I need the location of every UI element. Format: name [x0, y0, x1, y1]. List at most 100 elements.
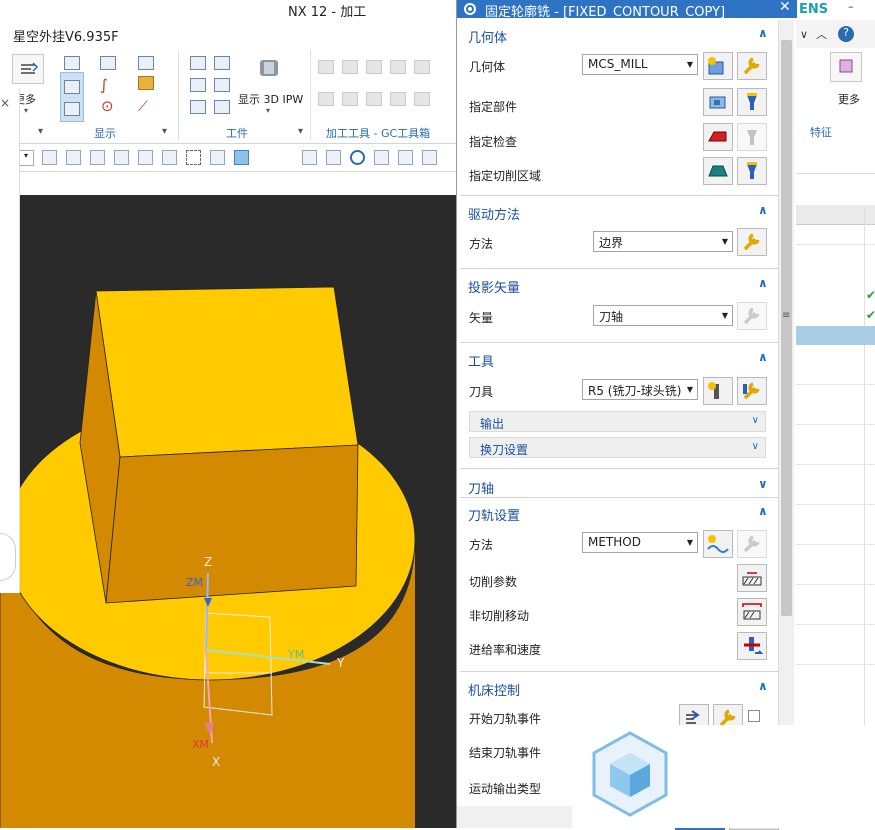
chevron-down-icon[interactable]: ∨	[758, 477, 768, 491]
gc-icon[interactable]	[318, 92, 334, 106]
section-tool-header[interactable]: 工具 ∧	[460, 347, 778, 371]
display-icon-3[interactable]	[64, 102, 80, 116]
workpiece-icon-2[interactable]	[190, 78, 206, 92]
gc-icon[interactable]	[342, 60, 358, 74]
edit-geometry-button[interactable]	[737, 52, 767, 80]
toolchange-subsection[interactable]: 换刀设置 ∨	[469, 437, 766, 458]
gc-icon[interactable]	[366, 60, 382, 74]
filter-dropdown[interactable]: ▾	[18, 150, 34, 166]
gc-icon[interactable]	[390, 92, 406, 106]
section-geometry-header[interactable]: 几何体 ∧	[460, 24, 778, 48]
display-icon-5[interactable]	[138, 56, 154, 70]
dialog-title-bar[interactable]: 固定轮廓铣 - [FIXED_CONTOUR_COPY] ✕	[457, 0, 797, 20]
select-icon[interactable]	[114, 150, 129, 165]
show-check-button[interactable]	[737, 123, 767, 151]
select-cut-area-button[interactable]	[703, 157, 733, 185]
minimize-icon[interactable]: –	[848, 0, 854, 13]
close-icon[interactable]: ×	[0, 96, 10, 110]
graphics-viewport[interactable]: Z ZM YM Y XM X	[0, 195, 460, 828]
ipw-dropdown-arrow[interactable]: ▾	[266, 106, 270, 115]
fit-view-icon[interactable]	[302, 150, 317, 165]
edit-tool-button[interactable]	[737, 377, 767, 405]
ipw-button[interactable]	[254, 56, 284, 82]
section-tool-axis-header[interactable]: 刀轴 ∨	[460, 474, 778, 498]
chevron-up-icon[interactable]: ∧	[758, 203, 768, 217]
workpiece-icon-3[interactable]	[190, 100, 206, 114]
workpiece-icon-4[interactable]	[214, 56, 230, 70]
chevron-icon[interactable]: ∨	[800, 28, 808, 41]
group-arrow[interactable]: ▾	[38, 126, 43, 137]
select-icon[interactable]	[90, 150, 105, 165]
new-geometry-button[interactable]	[703, 52, 733, 80]
chevron-up-icon[interactable]: ∧	[758, 504, 768, 518]
feed-button[interactable]	[737, 632, 767, 660]
select-icon[interactable]	[66, 150, 81, 165]
rotate-icon[interactable]	[350, 150, 365, 165]
gc-icon[interactable]	[390, 60, 406, 74]
collapse-icon[interactable]: ︿	[816, 26, 827, 42]
view-icon[interactable]	[398, 150, 413, 165]
gc-icon[interactable]	[366, 92, 382, 106]
new-method-button[interactable]	[703, 530, 733, 558]
new-tool-button[interactable]	[703, 377, 733, 405]
chevron-up-icon[interactable]: ∧	[758, 350, 768, 364]
geometry-select[interactable]: MCS_MILL ▼	[582, 54, 698, 75]
display-icon-4[interactable]	[100, 56, 116, 70]
display-icon-6[interactable]	[138, 76, 154, 90]
gc-icon[interactable]	[342, 92, 358, 106]
display-icon-2[interactable]	[64, 80, 80, 94]
gc-icon[interactable]	[414, 92, 430, 106]
curve-icon[interactable]: ∫	[100, 76, 108, 94]
close-icon[interactable]: ✕	[779, 0, 791, 15]
more-button[interactable]	[12, 54, 44, 84]
workpiece-icon-5[interactable]	[214, 78, 230, 92]
line-icon[interactable]: ⟋	[138, 99, 148, 115]
drive-method-select[interactable]: 边界 ▼	[593, 231, 733, 252]
select-icon[interactable]	[210, 150, 225, 165]
panel-handle[interactable]	[0, 533, 16, 581]
select-icon[interactable]	[138, 150, 153, 165]
chevron-up-icon[interactable]: ∧	[758, 276, 768, 290]
edit-method-button[interactable]	[737, 530, 767, 558]
section-path-header[interactable]: 刀轨设置 ∧	[460, 501, 778, 525]
cut-params-button[interactable]	[737, 564, 767, 592]
select-check-button[interactable]	[703, 123, 733, 151]
workpiece-icon-1[interactable]	[190, 56, 206, 70]
select-icon[interactable]	[42, 150, 57, 165]
show-cut-area-button[interactable]	[737, 157, 767, 185]
display-group-arrow[interactable]: ▾	[162, 126, 167, 137]
layout-icon[interactable]	[422, 150, 437, 165]
section-drive-header[interactable]: 驱动方法 ∧	[460, 200, 778, 224]
workpiece-group-arrow[interactable]: ▾	[298, 126, 303, 137]
chevron-up-icon[interactable]: ∧	[758, 679, 768, 693]
box-select-icon[interactable]	[186, 150, 201, 165]
scrollbar-thumb[interactable]	[781, 40, 792, 616]
section-projection-header[interactable]: 投影矢量 ∧	[460, 273, 778, 297]
show-part-button[interactable]	[737, 88, 767, 116]
selected-row[interactable]	[796, 326, 875, 345]
output-subsection[interactable]: 输出 ∨	[469, 411, 766, 432]
workpiece-icon-6[interactable]	[214, 100, 230, 114]
select-part-button[interactable]	[703, 88, 733, 116]
cube-icon[interactable]	[234, 150, 249, 165]
non-cut-button[interactable]	[737, 598, 767, 626]
zoom-icon[interactable]	[326, 150, 341, 165]
edit-drive-button[interactable]	[737, 228, 767, 256]
tool-select[interactable]: R5 (铣刀-球头铣) ▼	[582, 379, 698, 400]
gc-icon[interactable]	[414, 60, 430, 74]
more-dropdown-arrow[interactable]: ▾	[24, 106, 28, 115]
pan-icon[interactable]	[374, 150, 389, 165]
target-icon[interactable]: ⊙	[101, 97, 114, 115]
path-method-select[interactable]: METHOD ▼	[582, 532, 698, 553]
feature-button[interactable]	[830, 52, 862, 82]
edit-vector-button[interactable]	[737, 302, 767, 330]
help-icon[interactable]: ?	[838, 26, 854, 42]
display-icon-1[interactable]	[64, 56, 80, 70]
vector-select[interactable]: 刀轴 ▼	[593, 305, 733, 326]
chevron-up-icon[interactable]: ∧	[758, 26, 768, 40]
gc-icon[interactable]	[318, 60, 334, 74]
dialog-scrollbar[interactable]: ≡	[778, 20, 794, 828]
start-event-checkbox[interactable]	[748, 710, 760, 722]
section-machine-header[interactable]: 机床控制 ∧	[460, 676, 778, 700]
select-icon[interactable]	[162, 150, 177, 165]
